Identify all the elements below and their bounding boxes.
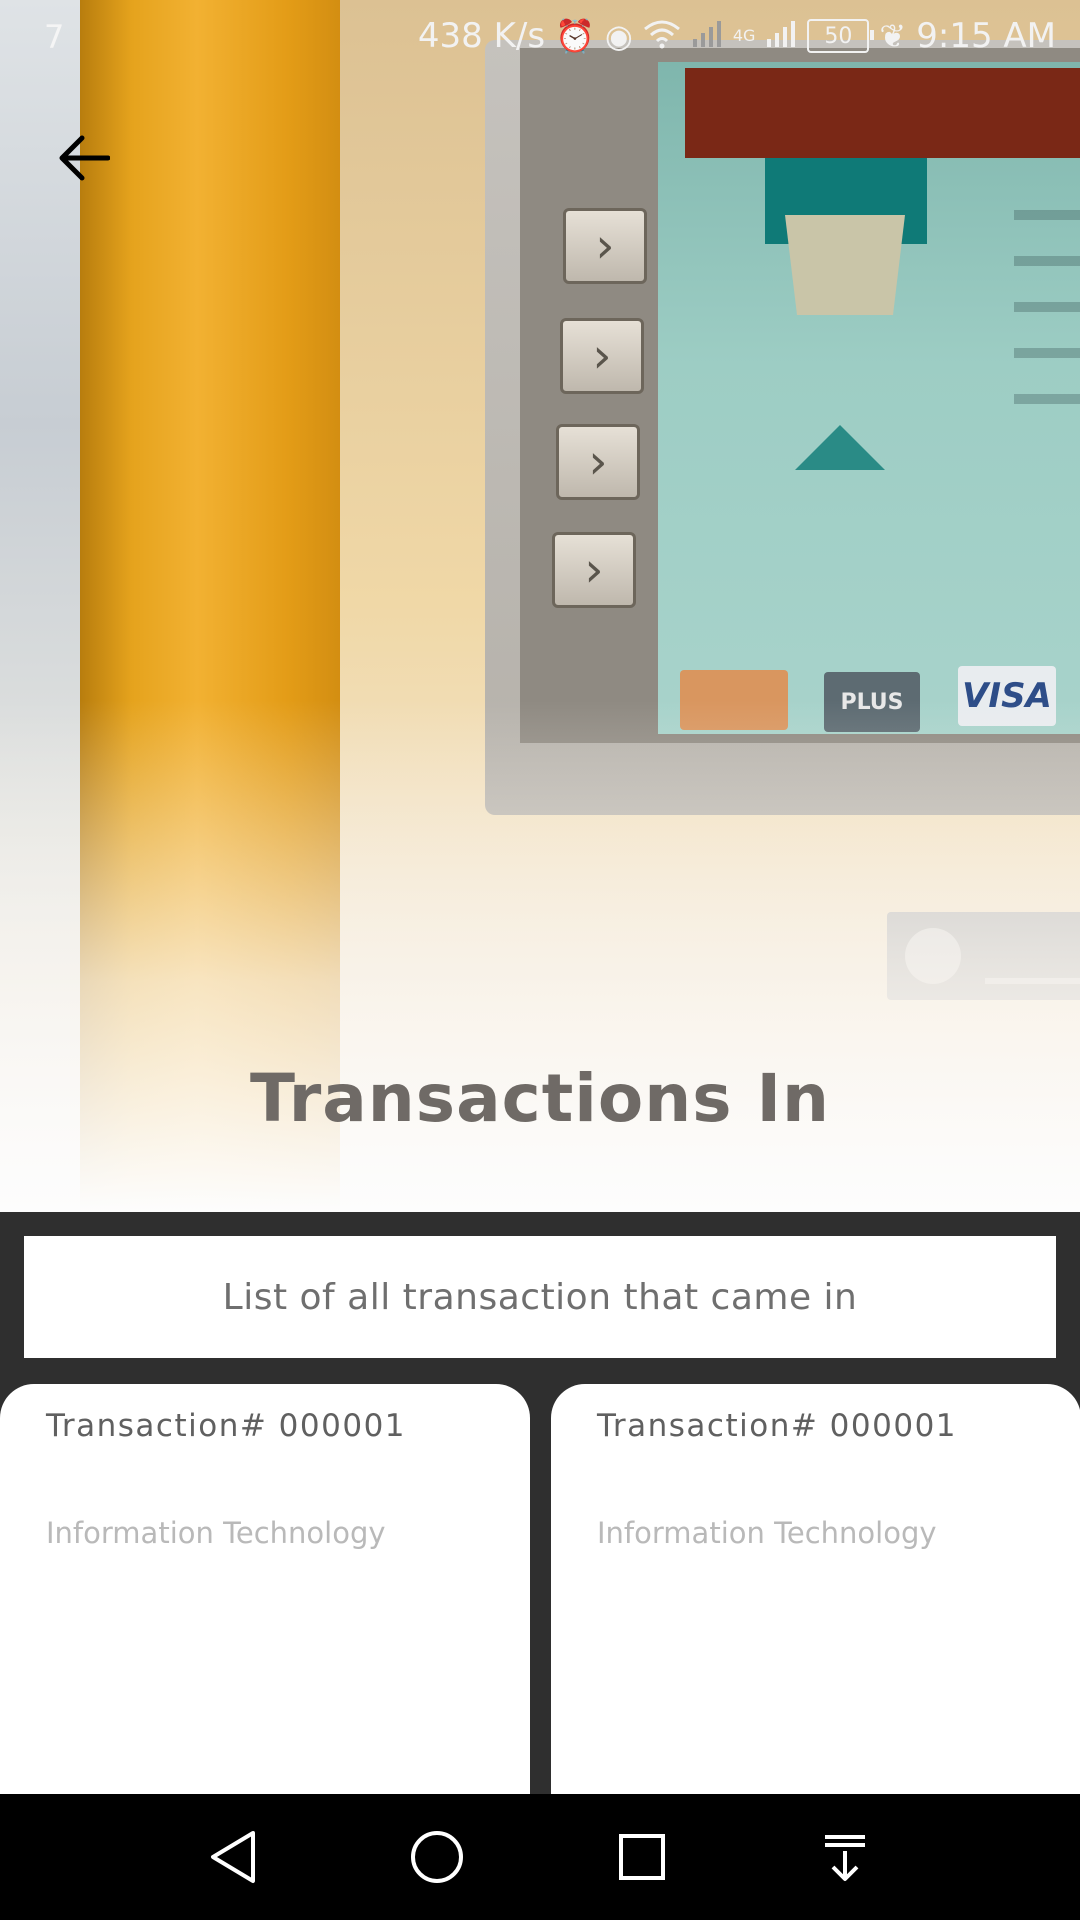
- leaf-icon: ❦: [879, 17, 907, 55]
- nav-back-button[interactable]: [198, 1822, 268, 1892]
- atm-screen-banner: [685, 68, 1080, 158]
- navigation-bar: [0, 1794, 1080, 1920]
- signal-icon: [765, 19, 797, 54]
- nav-recents-button[interactable]: [607, 1822, 677, 1892]
- back-triangle-icon: [211, 1831, 255, 1883]
- atm-card-graphic: [785, 215, 905, 315]
- signal-off-icon: [691, 19, 723, 54]
- back-button[interactable]: [52, 126, 116, 190]
- atm-side-button: ›: [560, 318, 644, 394]
- atm-side-button: ›: [563, 208, 647, 284]
- atm-side-button: ›: [552, 532, 636, 608]
- transaction-card[interactable]: Transaction# 000001 Information Technolo…: [551, 1384, 1080, 1804]
- atm-screen-text: [1014, 210, 1080, 430]
- alarm-icon: ⏰: [555, 17, 595, 55]
- transaction-number: Transaction# 000001: [597, 1408, 958, 1444]
- header-image: › › › › PLUS VISA: [0, 0, 1080, 1212]
- status-left-indicator: 7: [44, 18, 65, 56]
- atm-arrow-up-graphic: [795, 425, 885, 470]
- transaction-department: Information Technology: [46, 1516, 386, 1550]
- transaction-card[interactable]: Transaction# 000001 Information Technolo…: [0, 1384, 530, 1804]
- atm-side-button: ›: [556, 424, 640, 500]
- nav-home-button[interactable]: [402, 1822, 472, 1892]
- home-circle-icon: [411, 1831, 463, 1883]
- recents-square-icon: [619, 1834, 665, 1880]
- transaction-department: Information Technology: [597, 1516, 937, 1550]
- status-time: 9:15 AM: [916, 16, 1056, 56]
- battery-level: 50: [824, 23, 853, 49]
- subtitle-text: List of all transaction that came in: [222, 1276, 858, 1318]
- notification-pull-icon: [825, 1835, 865, 1881]
- network-speed: 438 K/s: [417, 16, 546, 56]
- arrow-left-icon: [59, 135, 110, 181]
- eye-comfort-icon: ◉: [604, 17, 633, 55]
- nav-notification-button[interactable]: [810, 1822, 880, 1892]
- status-bar: 7 438 K/s ⏰ ◉ 4G 50 ❦ 9:15 AM: [0, 0, 1080, 72]
- battery-icon: 50: [807, 19, 875, 53]
- subtitle-banner: List of all transaction that came in: [24, 1236, 1056, 1358]
- wifi-icon: [643, 19, 681, 54]
- transaction-number: Transaction# 000001: [46, 1408, 407, 1444]
- 4g-icon: 4G: [732, 26, 756, 45]
- page-title: Transactions In: [249, 1060, 831, 1137]
